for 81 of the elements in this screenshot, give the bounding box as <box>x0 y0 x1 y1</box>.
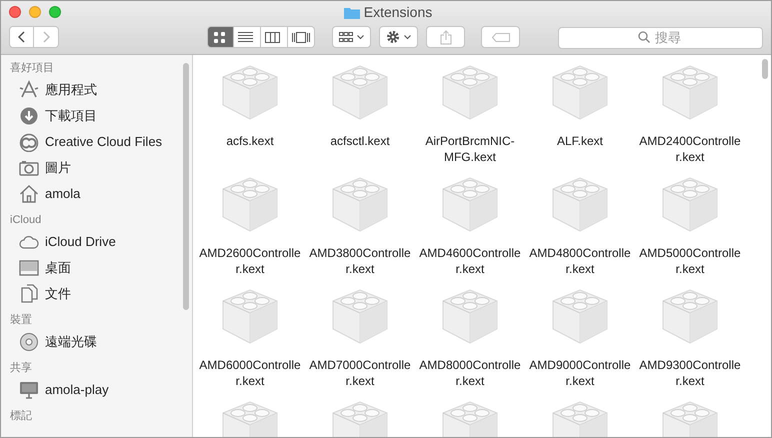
action-button[interactable] <box>379 26 418 48</box>
kernel-extension-icon <box>441 287 499 345</box>
search-field[interactable]: 搜尋 <box>558 26 763 48</box>
zoom-button[interactable] <box>49 6 61 18</box>
file-name[interactable]: AMD5000Controller.kext <box>639 245 741 277</box>
apps-icon <box>19 80 39 100</box>
download-icon <box>19 106 39 126</box>
back-button[interactable] <box>9 26 34 48</box>
view-mode-button[interactable] <box>261 26 288 48</box>
sidebar-section-title: 喜好項目 <box>10 61 54 76</box>
sidebar-item[interactable]: 桌面 <box>10 255 75 281</box>
file-name[interactable]: AMD7000Controller.kext <box>309 357 411 389</box>
kernel-extension-icon <box>551 287 609 345</box>
folder-icon <box>344 6 360 18</box>
file-name[interactable]: AMD6000Controller.kext <box>199 357 301 389</box>
document-icon <box>19 284 39 304</box>
view-mode-button[interactable] <box>234 26 261 48</box>
file-name[interactable]: AirPortBrcmNIC-MFG.kext <box>419 133 521 165</box>
monitor-icon <box>19 380 39 400</box>
cover-flow-icon <box>292 30 310 44</box>
kernel-extension-icon <box>221 175 279 233</box>
file-name[interactable]: AMD9300Controller.kext <box>639 357 741 389</box>
file-name[interactable]: AMD9000Controller.kext <box>529 357 631 389</box>
chevron-left-icon <box>18 31 26 43</box>
infinity-icon <box>19 132 39 152</box>
file-name[interactable]: ALF.kext <box>529 133 631 149</box>
sidebar-item[interactable]: 文件 <box>10 281 75 307</box>
list-icon <box>238 30 256 44</box>
sidebar-item[interactable]: 下載項目 <box>10 103 101 129</box>
sidebar-section-title: 標記 <box>10 409 32 424</box>
file-name[interactable]: acfsctl.kext <box>309 133 411 149</box>
file-name[interactable]: AMD4600Controller.kext <box>419 245 521 277</box>
sidebar-section-title: 裝置 <box>10 313 32 328</box>
window-title: Extensions <box>364 2 432 22</box>
minimize-button[interactable] <box>29 6 41 18</box>
sidebar-item[interactable]: iCloud Drive <box>10 229 120 255</box>
disc-icon <box>19 332 39 352</box>
close-button[interactable] <box>9 6 21 18</box>
kernel-extension-icon <box>551 63 609 121</box>
camera-icon <box>19 158 39 178</box>
kernel-extension-icon <box>661 63 719 121</box>
sidebar-item[interactable]: 遠端光碟 <box>10 329 101 355</box>
sidebar-item[interactable]: amola-play <box>10 377 113 403</box>
sidebar-item[interactable]: 應用程式 <box>10 77 101 103</box>
sidebar-item[interactable]: amola <box>10 181 84 207</box>
file-name[interactable]: AMD2400Controller.kext <box>639 133 741 165</box>
desktop-icon <box>19 258 39 278</box>
columns-icon <box>265 30 283 44</box>
caret-icon <box>404 34 411 40</box>
kernel-extension-icon <box>441 175 499 233</box>
share-icon <box>440 30 452 44</box>
sidebar-item[interactable]: 圖片 <box>10 155 75 181</box>
file-name[interactable]: AMD2600Controller.kext <box>199 245 301 277</box>
kernel-extension-icon <box>331 175 389 233</box>
file-name[interactable]: acfs.kext <box>199 133 301 149</box>
sidebar-section-title: 共享 <box>10 360 32 376</box>
file-name[interactable]: AMD3800Controller.kext <box>309 245 411 277</box>
arrange-button[interactable] <box>332 26 371 48</box>
kernel-extension-icon <box>331 287 389 345</box>
kernel-extension-icon <box>441 63 499 121</box>
kernel-extension-icon <box>661 175 719 233</box>
chevron-right-icon <box>42 31 50 43</box>
grid-icon <box>339 32 353 42</box>
file-name[interactable]: AMD8000Controller.kext <box>419 357 521 389</box>
scrollbar-thumb[interactable] <box>183 63 189 310</box>
tag-icon <box>492 32 510 42</box>
kernel-extension-icon <box>551 175 609 233</box>
kernel-extension-icon <box>221 63 279 121</box>
sidebar-section-title: iCloud <box>10 213 42 228</box>
sidebar-item[interactable]: Creative Cloud Files <box>10 129 166 155</box>
caret-icon <box>357 34 364 40</box>
kernel-extension-icon <box>331 63 389 121</box>
view-mode-button[interactable] <box>207 26 234 48</box>
view-mode-button[interactable] <box>288 26 315 48</box>
kernel-extension-icon <box>221 287 279 345</box>
scrollbar-thumb[interactable] <box>762 59 768 79</box>
search-icon <box>638 31 650 43</box>
house-icon <box>19 184 39 204</box>
gear-icon <box>386 30 400 44</box>
file-name[interactable]: AMD4800Controller.kext <box>529 245 631 277</box>
kernel-extension-icon <box>661 287 719 345</box>
